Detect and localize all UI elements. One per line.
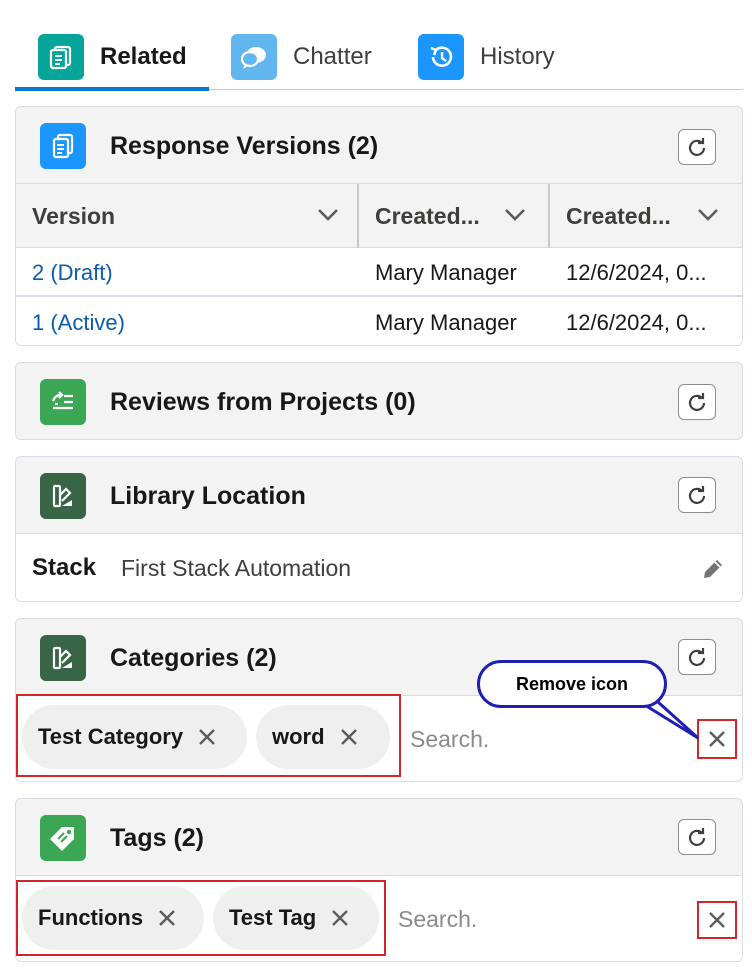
close-icon [332, 910, 349, 926]
chip-remove-button[interactable] [157, 908, 177, 928]
card-header: Reviews from Projects (0) [16, 363, 742, 439]
created-by-cell: Mary Manager [375, 309, 517, 335]
close-icon [340, 729, 357, 745]
refresh-icon [688, 648, 706, 666]
refresh-icon [688, 393, 706, 411]
card-header: Tags (2) [16, 799, 742, 877]
version-link[interactable]: 1 (Active) [32, 298, 125, 345]
categories-icon [40, 635, 86, 681]
remove-icon-callout: Remove icon [477, 660, 667, 708]
card-title: Library Location [110, 481, 306, 510]
remove-icon [709, 912, 725, 928]
tab-label: History [480, 43, 555, 70]
created-date-cell: 12/6/2024, 0... [566, 259, 707, 285]
library-location-card: Library Location Stack First Stack Autom… [15, 456, 743, 602]
remove-all-tags-button[interactable] [697, 901, 737, 939]
related-list-icon [38, 34, 84, 80]
tab-label: Related [100, 43, 187, 70]
category-chip: Test Category [22, 705, 247, 769]
chip-remove-button[interactable] [197, 727, 217, 747]
table-row: 1 (Active) Mary Manager 12/6/2024, 0... [16, 298, 742, 345]
tab-related[interactable]: Related [38, 34, 187, 80]
refresh-button[interactable] [678, 129, 716, 165]
chatter-icon [231, 34, 277, 80]
refresh-icon [688, 486, 706, 504]
response-versions-icon [40, 123, 86, 169]
stack-field-label: Stack [32, 554, 97, 581]
table-row: 2 (Draft) Mary Manager 12/6/2024, 0... [16, 248, 742, 297]
created-by-cell: Mary Manager [375, 259, 517, 285]
reviews-icon [40, 379, 86, 425]
column-header-created-by[interactable]: Created... [359, 184, 549, 248]
column-header-created-date[interactable]: Created... [550, 184, 742, 248]
close-icon [199, 729, 215, 745]
column-header-version[interactable]: Version [16, 184, 358, 248]
library-icon [40, 473, 86, 519]
card-title: Categories (2) [110, 643, 277, 672]
edit-pencil-icon[interactable] [700, 556, 726, 582]
version-link[interactable]: 2 (Draft) [32, 248, 113, 297]
chip-remove-button[interactable] [339, 727, 359, 747]
tag-search-input[interactable]: Search. [398, 906, 477, 933]
reviews-card: Reviews from Projects (0) [15, 362, 743, 440]
history-icon [418, 34, 464, 80]
response-versions-card: Response Versions (2) Version Created...… [15, 106, 743, 346]
refresh-icon [688, 138, 706, 156]
chevron-down-icon[interactable] [316, 206, 340, 222]
category-chip: word [256, 705, 390, 769]
tags-icon [40, 815, 86, 861]
tab-bar: Related Chatter History [15, 24, 743, 91]
refresh-button[interactable] [678, 477, 716, 513]
tab-chatter[interactable]: Chatter [231, 34, 372, 80]
response-versions-table: Version Created... Created... 2 (Draft) … [16, 183, 742, 345]
tab-label: Chatter [293, 43, 372, 70]
tag-chip: Test Tag [213, 886, 379, 950]
card-title: Response Versions (2) [110, 131, 379, 160]
chevron-down-icon[interactable] [503, 206, 527, 222]
refresh-icon [688, 828, 706, 846]
tag-chip: Functions [22, 886, 204, 950]
refresh-button[interactable] [678, 639, 716, 675]
chip-remove-button[interactable] [330, 908, 350, 928]
tab-history[interactable]: History [418, 34, 555, 80]
refresh-button[interactable] [678, 384, 716, 420]
stack-field-value: First Stack Automation [121, 555, 352, 581]
library-location-body: Stack First Stack Automation [16, 533, 742, 601]
card-header: Library Location [16, 457, 742, 535]
card-title: Reviews from Projects (0) [110, 387, 416, 416]
category-search-input[interactable]: Search. [410, 726, 489, 753]
refresh-button[interactable] [678, 819, 716, 855]
created-date-cell: 12/6/2024, 0... [566, 309, 707, 335]
close-icon [159, 910, 175, 926]
card-title: Tags (2) [110, 823, 204, 852]
chevron-down-icon[interactable] [696, 206, 720, 222]
card-header: Response Versions (2) [16, 107, 742, 185]
table-header: Version Created... Created... [16, 184, 742, 248]
active-tab-indicator [15, 87, 209, 91]
